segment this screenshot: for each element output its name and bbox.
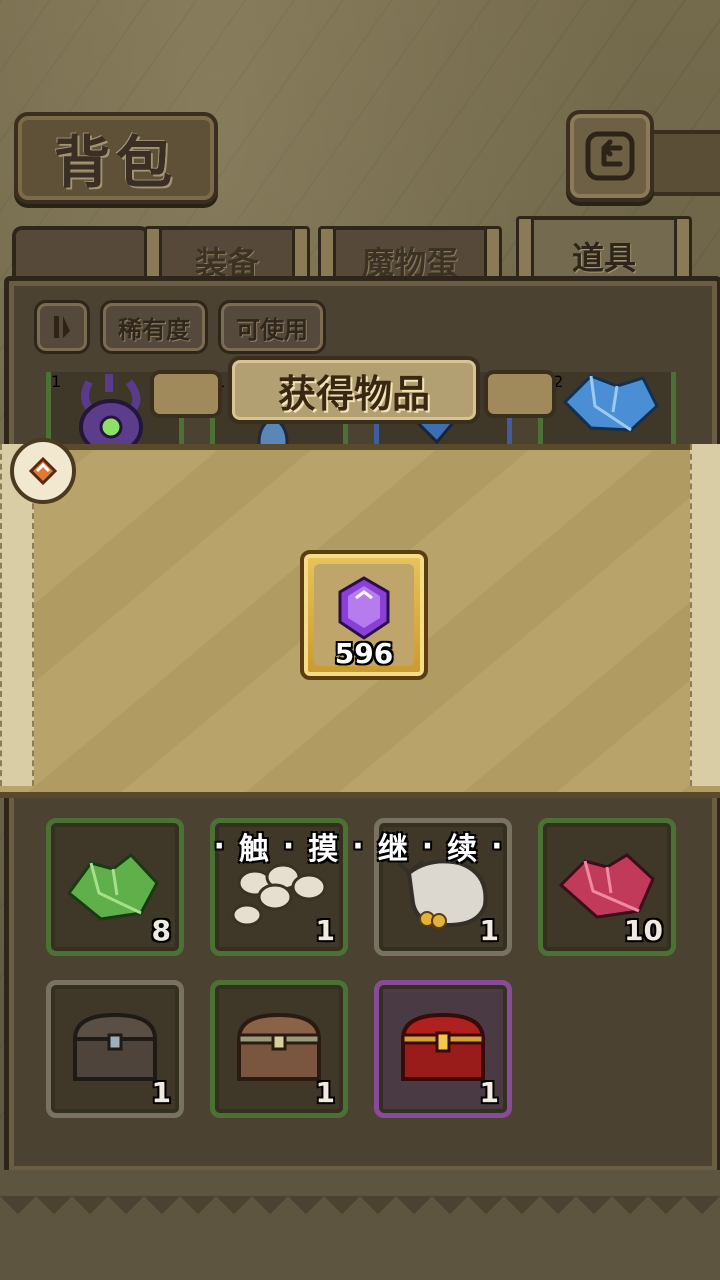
tab-label: 道具 bbox=[571, 239, 636, 277]
inventory-slot[interactable]: 12 bbox=[538, 372, 676, 452]
item-count: 1 bbox=[151, 1076, 171, 1109]
popup-banner-left bbox=[150, 370, 222, 418]
popup-edge-right bbox=[690, 444, 720, 786]
dot: · bbox=[491, 828, 503, 864]
back-arrow-icon bbox=[585, 131, 635, 181]
popup-pin-icon bbox=[10, 438, 76, 504]
inventory-slot[interactable]: 1 bbox=[210, 980, 348, 1118]
item-count: 1 bbox=[479, 1076, 499, 1109]
sort-toggle-icon bbox=[54, 316, 70, 338]
item-count: 1 bbox=[315, 914, 335, 947]
bottom-decoration bbox=[0, 1196, 720, 1232]
continue-char: 触 bbox=[238, 832, 269, 867]
purple-gem-icon bbox=[338, 576, 390, 640]
back-button[interactable] bbox=[566, 110, 654, 202]
popup-banner-right bbox=[484, 370, 556, 418]
item-count: 8 bbox=[151, 914, 171, 947]
reward-item-slot[interactable]: 596 bbox=[300, 550, 428, 680]
item-count: 1 bbox=[479, 914, 499, 947]
rarity-filter-label: 稀有度 bbox=[118, 315, 190, 344]
rarity-filter-button[interactable]: 稀有度 bbox=[100, 300, 208, 354]
inventory-slot[interactable]: 1 bbox=[46, 980, 184, 1118]
inventory-slot[interactable]: 10 bbox=[538, 818, 676, 956]
inventory-slot[interactable]: 8 bbox=[46, 818, 184, 956]
sort-toggle-button[interactable] bbox=[34, 300, 90, 354]
popup-title: 获得物品 bbox=[228, 356, 480, 424]
title-plate: 背包 bbox=[14, 112, 218, 204]
reward-count: 596 bbox=[334, 637, 394, 670]
item-count: 10 bbox=[624, 914, 663, 947]
blue-crystal-icon bbox=[562, 374, 659, 432]
continue-char: 摸 bbox=[308, 832, 339, 867]
dot: · bbox=[421, 828, 434, 864]
continue-char: 续 bbox=[447, 832, 478, 867]
dot: · bbox=[282, 828, 295, 864]
page-title: 背包 bbox=[54, 129, 178, 196]
usable-filter-button[interactable]: 可使用 bbox=[218, 300, 326, 354]
dot: · bbox=[213, 828, 225, 864]
inventory-slot[interactable]: 1 bbox=[374, 980, 512, 1118]
continue-char: 继 bbox=[377, 832, 408, 867]
dot: · bbox=[352, 828, 364, 864]
item-count: 1 bbox=[315, 1076, 335, 1109]
usable-filter-label: 可使用 bbox=[236, 315, 308, 344]
tap-to-continue-hint[interactable]: · 触 · 摸 · 继 · 续 · bbox=[208, 826, 508, 868]
